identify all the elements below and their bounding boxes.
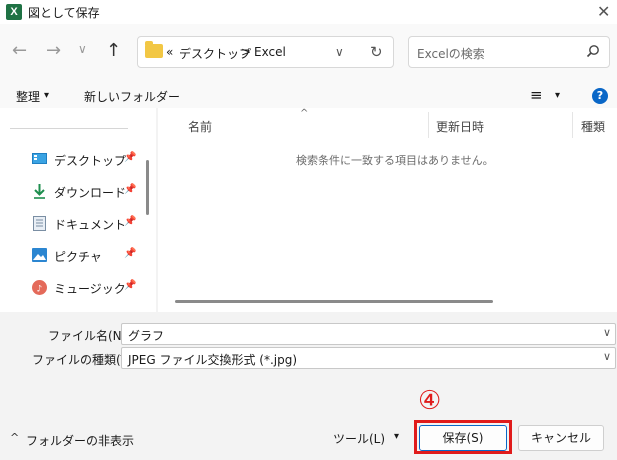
chevron-down-icon[interactable]: ∨ xyxy=(603,350,611,363)
up-arrow-icon[interactable]: ↑ xyxy=(106,40,121,61)
file-list xyxy=(158,108,617,312)
tools-dropdown-icon[interactable]: ▾ xyxy=(394,431,399,442)
filename-label: ファイル名(N): xyxy=(48,329,131,343)
back-arrow-icon[interactable]: ← xyxy=(12,40,27,61)
column-header-type[interactable]: 種類 xyxy=(581,118,605,135)
step-number-annotation: ④ xyxy=(418,386,442,416)
column-divider[interactable] xyxy=(428,112,429,138)
forward-arrow-icon[interactable]: → xyxy=(46,40,61,61)
hide-folders-button[interactable]: フォルダーの非表示 xyxy=(26,432,134,449)
pin-icon[interactable]: 📌 xyxy=(124,280,136,291)
document-icon xyxy=(33,216,46,231)
pin-icon[interactable]: 📌 xyxy=(124,216,136,227)
breadcrumb-separator: > xyxy=(241,45,252,59)
refresh-icon[interactable]: ↻ xyxy=(370,43,383,61)
sidebar-scrollbar[interactable] xyxy=(146,160,149,215)
view-dropdown-icon[interactable]: ▾ xyxy=(555,90,560,101)
column-divider[interactable] xyxy=(572,112,573,138)
sidebar-item-downloads[interactable]: ダウンロード 📌 xyxy=(32,182,152,202)
organize-button[interactable]: 整理 xyxy=(16,88,40,105)
sidebar-item-documents[interactable]: ドキュメント 📌 xyxy=(32,214,152,234)
sidebar-divider xyxy=(10,128,128,129)
organize-dropdown-icon[interactable]: ▾ xyxy=(44,90,49,101)
sidebar-item-pictures[interactable]: ピクチャ 📌 xyxy=(32,246,152,266)
excel-icon: X xyxy=(6,4,22,20)
filetype-value: JPEG ファイル交換形式 (*.jpg) xyxy=(128,353,298,367)
sidebar-item-label: ドキュメント xyxy=(54,218,127,232)
sidebar-item-desktop[interactable]: デスクトップ 📌 xyxy=(32,150,152,170)
desktop-icon xyxy=(32,153,47,164)
breadcrumb-excel[interactable]: Excel xyxy=(254,45,286,59)
column-header-modified[interactable]: 更新日時 xyxy=(436,118,484,135)
window-title: 図として保存 xyxy=(28,6,100,20)
filename-value: グラフ xyxy=(128,329,165,343)
horizontal-scrollbar[interactable] xyxy=(175,300,493,303)
folder-icon xyxy=(145,41,163,58)
filetype-select[interactable]: JPEG ファイル交換形式 (*.jpg) ∨ xyxy=(121,347,616,369)
search-icon[interactable] xyxy=(586,44,600,58)
tools-button[interactable]: ツール(L) xyxy=(333,430,385,447)
empty-message: 検索条件に一致する項目はありません。 xyxy=(296,154,494,167)
sidebar-item-music[interactable]: ♪ ミュージック 📌 xyxy=(32,278,152,298)
address-dropdown-icon[interactable]: ∨ xyxy=(335,45,344,59)
music-icon: ♪ xyxy=(32,280,47,295)
view-options-icon[interactable]: ≡ xyxy=(530,86,543,104)
chevron-up-icon[interactable]: ^ xyxy=(10,431,19,444)
close-icon[interactable]: ✕ xyxy=(597,2,610,21)
pin-icon[interactable]: 📌 xyxy=(124,248,136,259)
sidebar-item-label: デスクトップ xyxy=(54,154,127,168)
pin-icon[interactable]: 📌 xyxy=(124,152,136,163)
filename-field[interactable]: グラフ ∨ xyxy=(121,323,616,345)
column-header-name[interactable]: 名前 xyxy=(188,118,212,135)
pictures-icon xyxy=(32,248,47,262)
address-overflow[interactable]: « xyxy=(166,45,173,59)
svg-text:♪: ♪ xyxy=(37,285,43,295)
pin-icon[interactable]: 📌 xyxy=(124,184,136,195)
sidebar-item-label: ミュージック xyxy=(54,282,126,296)
download-icon xyxy=(34,184,45,199)
sidebar-item-label: ピクチャ xyxy=(54,250,102,264)
search-placeholder: Excelの検索 xyxy=(417,47,485,61)
chevron-down-icon[interactable]: ∨ xyxy=(603,326,611,339)
highlight-box xyxy=(414,420,512,454)
sidebar-item-label: ダウンロード xyxy=(54,186,127,200)
cancel-button[interactable]: キャンセル xyxy=(518,425,604,451)
recent-locations-chevron-icon[interactable]: ∨ xyxy=(78,42,87,56)
new-folder-button[interactable]: 新しいフォルダー xyxy=(84,88,180,105)
sort-indicator-icon: ^ xyxy=(300,108,309,119)
help-icon[interactable]: ? xyxy=(592,88,608,104)
